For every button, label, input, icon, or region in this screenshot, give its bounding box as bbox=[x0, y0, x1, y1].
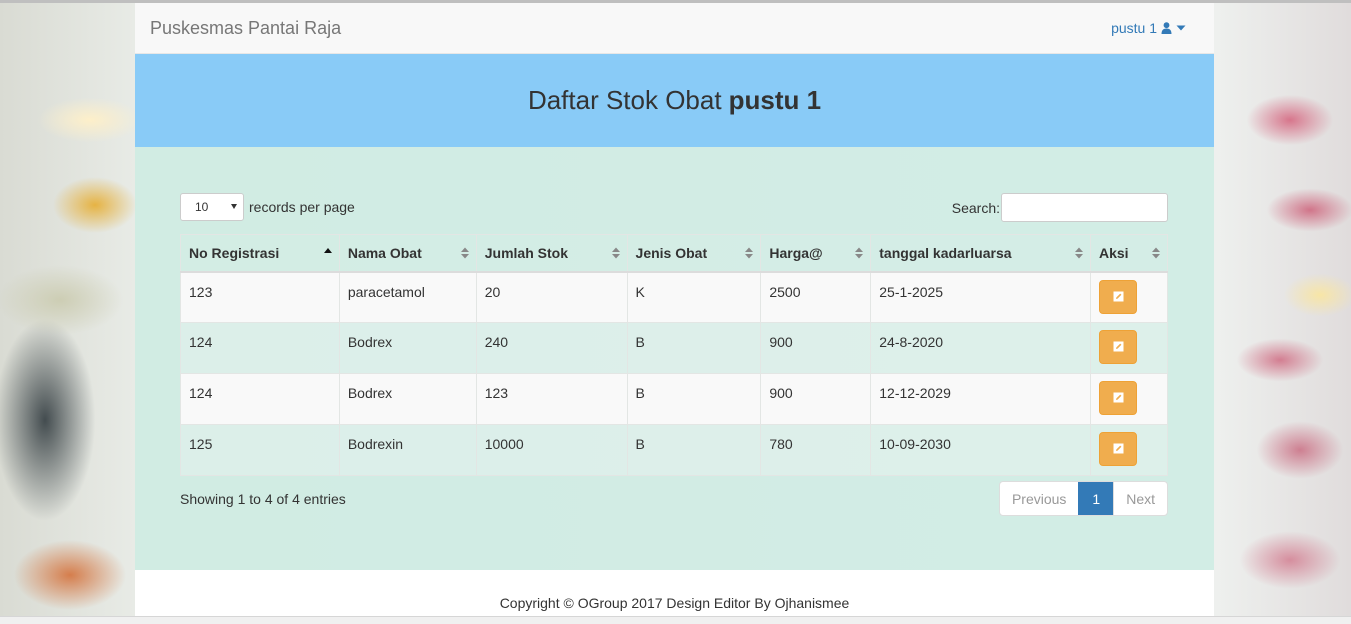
records-per-page-value: 10 bbox=[195, 200, 209, 214]
previous-button[interactable]: Previous bbox=[1000, 482, 1078, 515]
page-container: Puskesmas Pantai Raja pustu 1 Daftar Sto… bbox=[135, 3, 1214, 616]
table-cell: 123 bbox=[180, 271, 340, 323]
column-header[interactable]: tanggal kadarluarsa bbox=[870, 234, 1091, 273]
table-cell: B bbox=[626, 424, 762, 476]
table-row: 125 Bodrexin 10000 B 780 10-09-2030 bbox=[180, 424, 1168, 476]
edit-icon bbox=[1113, 289, 1124, 305]
navbar: Puskesmas Pantai Raja pustu 1 bbox=[135, 3, 1214, 54]
column-header-label: Jumlah Stok bbox=[484, 244, 568, 261]
action-cell bbox=[1090, 322, 1168, 374]
table-cell: 240 bbox=[475, 322, 628, 374]
table-body: 123 paracetamol 20 K 2500 25-1-2025 124 Bodrex 2… bbox=[180, 271, 1168, 476]
column-header[interactable]: Nama Obat bbox=[338, 234, 477, 273]
action-cell bbox=[1090, 271, 1168, 323]
edit-button[interactable] bbox=[1099, 381, 1137, 415]
user-name: pustu 1 bbox=[1111, 20, 1157, 36]
edit-button[interactable] bbox=[1099, 330, 1137, 364]
column-header-label: Nama Obat bbox=[347, 244, 422, 261]
edit-icon bbox=[1113, 441, 1124, 457]
sort-both-icon bbox=[744, 246, 754, 260]
column-header[interactable]: Harga@ bbox=[760, 234, 872, 273]
edit-button[interactable] bbox=[1099, 279, 1137, 314]
action-cell bbox=[1090, 373, 1168, 425]
page-header: Daftar Stok Obat pustu 1 bbox=[135, 54, 1214, 147]
edit-icon bbox=[1113, 339, 1124, 355]
action-cell bbox=[1090, 424, 1168, 476]
table-cell: 124 bbox=[180, 322, 340, 374]
table-cell: K bbox=[626, 271, 762, 323]
page-1-button[interactable]: 1 bbox=[1078, 482, 1114, 515]
table-cell: 20 bbox=[475, 271, 628, 323]
table-cell: paracetamol bbox=[338, 271, 477, 323]
column-header-label: Harga@ bbox=[769, 244, 823, 261]
next-button[interactable]: Next bbox=[1113, 482, 1167, 515]
table-info: Showing 1 to 4 of 4 entries bbox=[180, 491, 346, 507]
content-panel: 10 records per page Search: No Registras… bbox=[135, 147, 1214, 570]
search-input[interactable] bbox=[1001, 193, 1168, 222]
table-row: 124 Bodrex 123 B 900 12-12-2029 bbox=[180, 373, 1168, 425]
table-cell: B bbox=[626, 322, 762, 374]
sort-both-icon bbox=[854, 246, 864, 260]
table-header-row: No Registrasi Nama Obat Jumlah Stok Jenis O… bbox=[180, 234, 1168, 273]
table-cell: 24-8-2020 bbox=[870, 322, 1091, 374]
window-bottom-bar bbox=[0, 616, 1351, 624]
column-header[interactable]: No Registrasi bbox=[180, 234, 340, 273]
pagination: Previous 1 Next bbox=[998, 481, 1168, 516]
table-cell: Bodrexin bbox=[338, 424, 477, 476]
search-control: Search: bbox=[952, 193, 1168, 222]
edit-icon bbox=[1113, 390, 1124, 406]
column-header-label: tanggal kadarluarsa bbox=[879, 244, 1012, 261]
table-cell: Bodrex bbox=[338, 322, 477, 374]
table-cell: 2500 bbox=[760, 271, 872, 323]
table-cell: 780 bbox=[760, 424, 872, 476]
table-row: 124 Bodrex 240 B 900 24-8-2020 bbox=[180, 322, 1168, 374]
records-per-page-control: 10 records per page bbox=[180, 193, 355, 221]
select-caret-icon bbox=[231, 204, 237, 209]
navbar-brand[interactable]: Puskesmas Pantai Raja bbox=[150, 18, 341, 39]
table-cell: 123 bbox=[475, 373, 628, 425]
user-icon bbox=[1161, 22, 1172, 34]
copyright-text: Copyright © OGroup 2017 Design Editor By… bbox=[499, 595, 850, 611]
table-cell: 125 bbox=[180, 424, 340, 476]
user-dropdown[interactable]: pustu 1 bbox=[1111, 20, 1186, 36]
column-header-label: Jenis Obat bbox=[635, 244, 708, 261]
column-header-label: No Registrasi bbox=[189, 244, 280, 261]
table-cell: 900 bbox=[760, 373, 872, 425]
sort-asc-icon bbox=[323, 246, 333, 260]
sort-both-icon bbox=[1151, 246, 1161, 260]
records-per-page-label: records per page bbox=[249, 199, 355, 215]
table-cell: 10000 bbox=[475, 424, 628, 476]
table-row: 123 paracetamol 20 K 2500 25-1-2025 bbox=[180, 271, 1168, 323]
table-cell: 12-12-2029 bbox=[870, 373, 1091, 425]
sort-both-icon bbox=[611, 246, 621, 260]
sort-both-icon bbox=[460, 246, 470, 260]
column-header[interactable]: Aksi bbox=[1090, 234, 1168, 273]
caret-down-icon bbox=[1176, 25, 1186, 31]
table-cell: 900 bbox=[760, 322, 872, 374]
footer: Copyright © OGroup 2017 Design Editor By… bbox=[135, 570, 1214, 616]
records-per-page-select[interactable]: 10 bbox=[180, 193, 244, 221]
column-header-label: Aksi bbox=[1099, 244, 1129, 261]
stock-table: No Registrasi Nama Obat Jumlah Stok Jenis O… bbox=[180, 234, 1168, 476]
column-header[interactable]: Jenis Obat bbox=[626, 234, 762, 273]
table-cell: B bbox=[626, 373, 762, 425]
edit-button[interactable] bbox=[1099, 432, 1137, 466]
page-title: Daftar Stok Obat bbox=[527, 85, 722, 115]
page-title-location: pustu 1 bbox=[728, 85, 822, 115]
search-label: Search: bbox=[951, 199, 1000, 216]
sort-both-icon bbox=[1074, 246, 1084, 260]
column-header[interactable]: Jumlah Stok bbox=[475, 234, 628, 273]
table-cell: 124 bbox=[180, 373, 340, 425]
table-cell: 10-09-2030 bbox=[870, 424, 1091, 476]
table-cell: Bodrex bbox=[338, 373, 477, 425]
table-cell: 25-1-2025 bbox=[870, 271, 1091, 323]
